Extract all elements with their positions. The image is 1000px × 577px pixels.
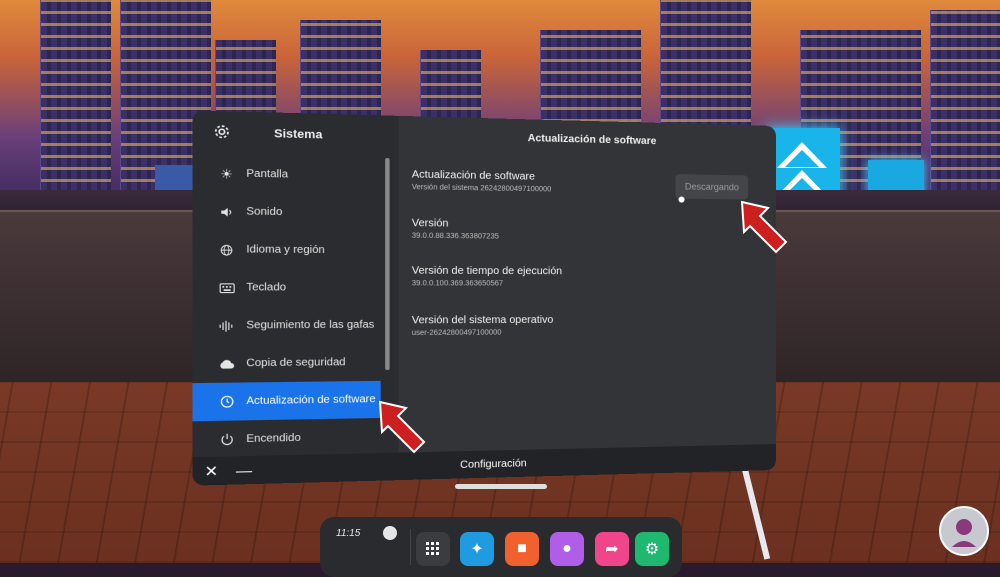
os-version-row: Versión del sistema operativo user-26242… bbox=[412, 315, 553, 338]
arrow-icon bbox=[378, 398, 430, 458]
power-icon bbox=[218, 432, 234, 448]
watermark-logo-icon bbox=[938, 505, 990, 557]
sidebar-item-label: Teclado bbox=[246, 282, 286, 294]
download-button[interactable]: Descargando bbox=[675, 174, 748, 199]
row-title: Versión bbox=[412, 218, 499, 231]
row-value: 39.0.0.100.369.363650567 bbox=[412, 280, 562, 288]
sidebar-item-encendido[interactable]: Encendido bbox=[193, 418, 399, 458]
sidebar-item-seguimiento[interactable]: Seguimiento de las gafas bbox=[193, 306, 399, 344]
settings-sidebar: Sistema ☀ Pantalla Sonido Idioma y regió… bbox=[193, 110, 399, 457]
profile-icon[interactable] bbox=[383, 526, 397, 540]
explore-icon[interactable]: ✦ bbox=[460, 532, 494, 566]
sidebar-item-label: Copia de seguridad bbox=[246, 357, 345, 370]
clock-time: 11:15 bbox=[336, 528, 360, 539]
people-icon[interactable]: ● bbox=[550, 532, 584, 566]
row-title: Versión del sistema operativo bbox=[412, 315, 553, 327]
speaker-icon bbox=[218, 204, 234, 219]
sidebar-item-idioma[interactable]: Idioma y región bbox=[193, 230, 399, 269]
app-library-icon[interactable] bbox=[416, 532, 450, 566]
brightness-icon: ☀ bbox=[218, 166, 234, 181]
share-icon[interactable]: ➦ bbox=[595, 532, 629, 566]
sidebar-item-label: Pantalla bbox=[246, 168, 288, 181]
progress-dot bbox=[678, 196, 684, 202]
runtime-version-row: Versión de tiempo de ejecución 39.0.0.10… bbox=[412, 265, 562, 287]
settings-app-icon[interactable]: ⚙ bbox=[635, 532, 669, 566]
row-value: user-26242800497100000 bbox=[412, 329, 553, 337]
store-icon[interactable]: ■ bbox=[505, 532, 539, 566]
window-grab-handle[interactable] bbox=[455, 484, 547, 489]
universal-menu-dock: 11:15 ✦ ■ ● ➦ ⚙ bbox=[320, 517, 682, 577]
cloud-icon bbox=[218, 356, 234, 371]
sidebar-item-label: Actualización de software bbox=[246, 394, 375, 408]
settings-window: Sistema ☀ Pantalla Sonido Idioma y regió… bbox=[193, 110, 776, 485]
wall-panel bbox=[770, 210, 1000, 382]
row-subtitle: Versión del sistema 26242800497100000 bbox=[412, 184, 552, 194]
sidebar-item-sonido[interactable]: Sonido bbox=[193, 192, 399, 232]
sidebar-item-teclado[interactable]: Teclado bbox=[193, 269, 399, 307]
gear-icon[interactable] bbox=[214, 123, 230, 142]
sidebar-item-actualizacion[interactable]: Actualización de software bbox=[193, 381, 381, 421]
globe-icon bbox=[218, 242, 234, 257]
software-update-row: Actualización de software Versión del si… bbox=[412, 169, 552, 193]
close-icon[interactable]: ✕ bbox=[202, 462, 221, 481]
settings-content: Actualización de software Actualización … bbox=[398, 116, 776, 453]
sidebar-item-copia[interactable]: Copia de seguridad bbox=[193, 344, 399, 384]
row-value: 39.0.0.88.336.363807235 bbox=[412, 232, 499, 240]
tracking-icon bbox=[218, 318, 234, 333]
sidebar-item-label: Encendido bbox=[246, 432, 300, 445]
sidebar-item-label: Seguimiento de las gafas bbox=[246, 319, 374, 331]
clock-icon bbox=[218, 394, 234, 409]
arrow-icon bbox=[740, 198, 790, 256]
row-title: Versión de tiempo de ejecución bbox=[412, 265, 562, 277]
sidebar-title: Sistema bbox=[274, 128, 322, 142]
sidebar-header: Sistema bbox=[193, 110, 399, 158]
sidebar-scrollbar[interactable] bbox=[385, 158, 389, 370]
sidebar-item-pantalla[interactable]: ☀ Pantalla bbox=[193, 154, 399, 195]
window-title: Configuración bbox=[460, 457, 527, 470]
sidebar-item-label: Sonido bbox=[246, 206, 282, 218]
row-title: Actualización de software bbox=[412, 169, 552, 183]
minimize-icon[interactable]: — bbox=[235, 461, 254, 479]
dock-divider bbox=[410, 529, 411, 565]
keyboard-icon bbox=[218, 280, 234, 295]
sidebar-item-label: Idioma y región bbox=[246, 244, 324, 256]
version-row: Versión 39.0.0.88.336.363807235 bbox=[412, 218, 499, 241]
